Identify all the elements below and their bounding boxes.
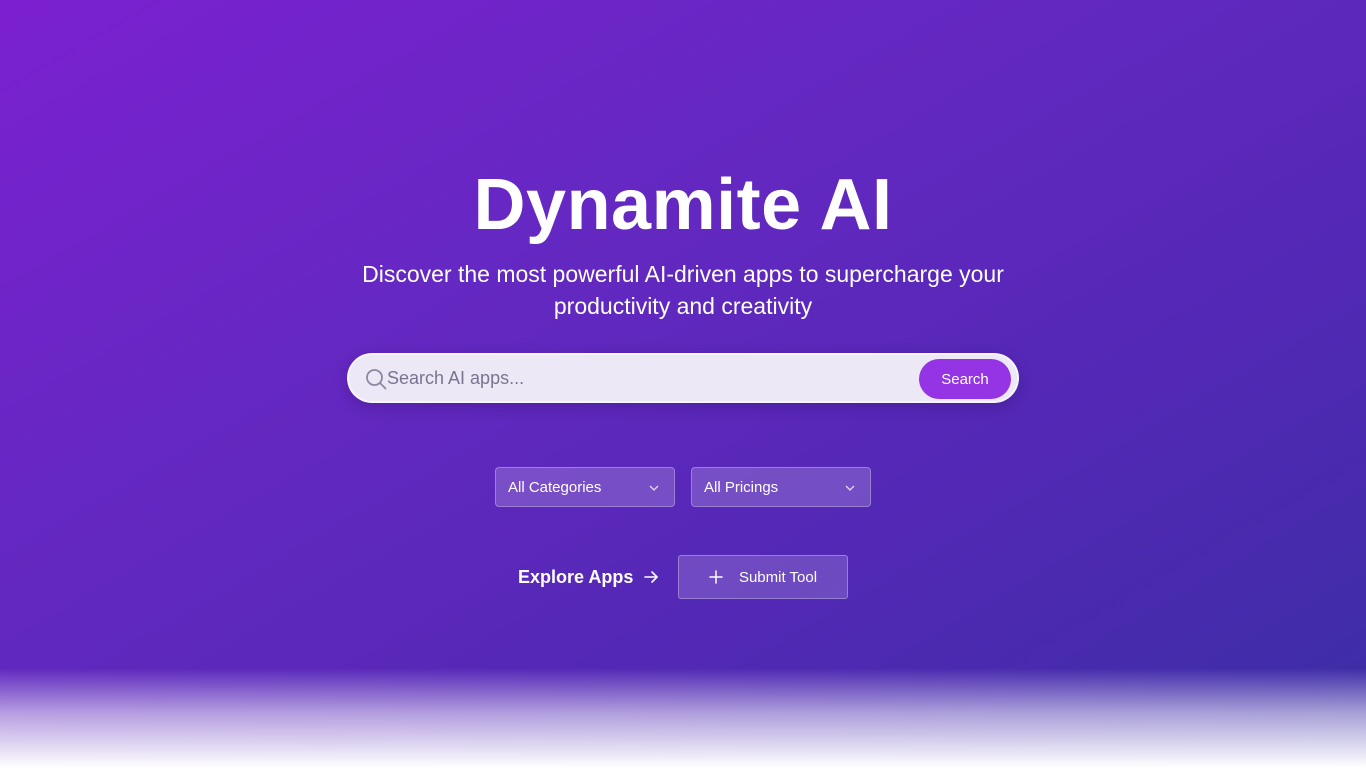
hero-subtitle: Discover the most powerful AI-driven app…: [362, 261, 1004, 319]
chevron-down-icon: [845, 485, 855, 491]
search-button[interactable]: Search: [919, 359, 1011, 399]
submit-tool-label: Submit Tool: [738, 568, 818, 586]
hero-section: Dynamite AI Discover the most powerful A…: [0, 0, 1366, 768]
plus-icon: [709, 570, 723, 584]
pricing-select-value: All Pricings: [704, 478, 779, 496]
explore-apps-label: Explore Apps: [518, 566, 634, 587]
category-select[interactable]: All Categories: [495, 467, 675, 507]
search-bar: Search: [347, 353, 1019, 403]
chevron-down-icon: [649, 485, 659, 491]
search-icon: [366, 369, 387, 390]
pricing-select[interactable]: All Pricings: [691, 467, 871, 507]
category-select-value: All Categories: [508, 478, 602, 496]
arrow-right-icon: [644, 571, 659, 583]
bottom-fade: [0, 668, 1366, 768]
submit-tool-button[interactable]: Submit Tool: [678, 555, 848, 599]
explore-apps-link[interactable]: Explore Apps: [518, 565, 659, 589]
search-input[interactable]: [387, 363, 907, 393]
page-title: Dynamite AI: [473, 165, 893, 245]
